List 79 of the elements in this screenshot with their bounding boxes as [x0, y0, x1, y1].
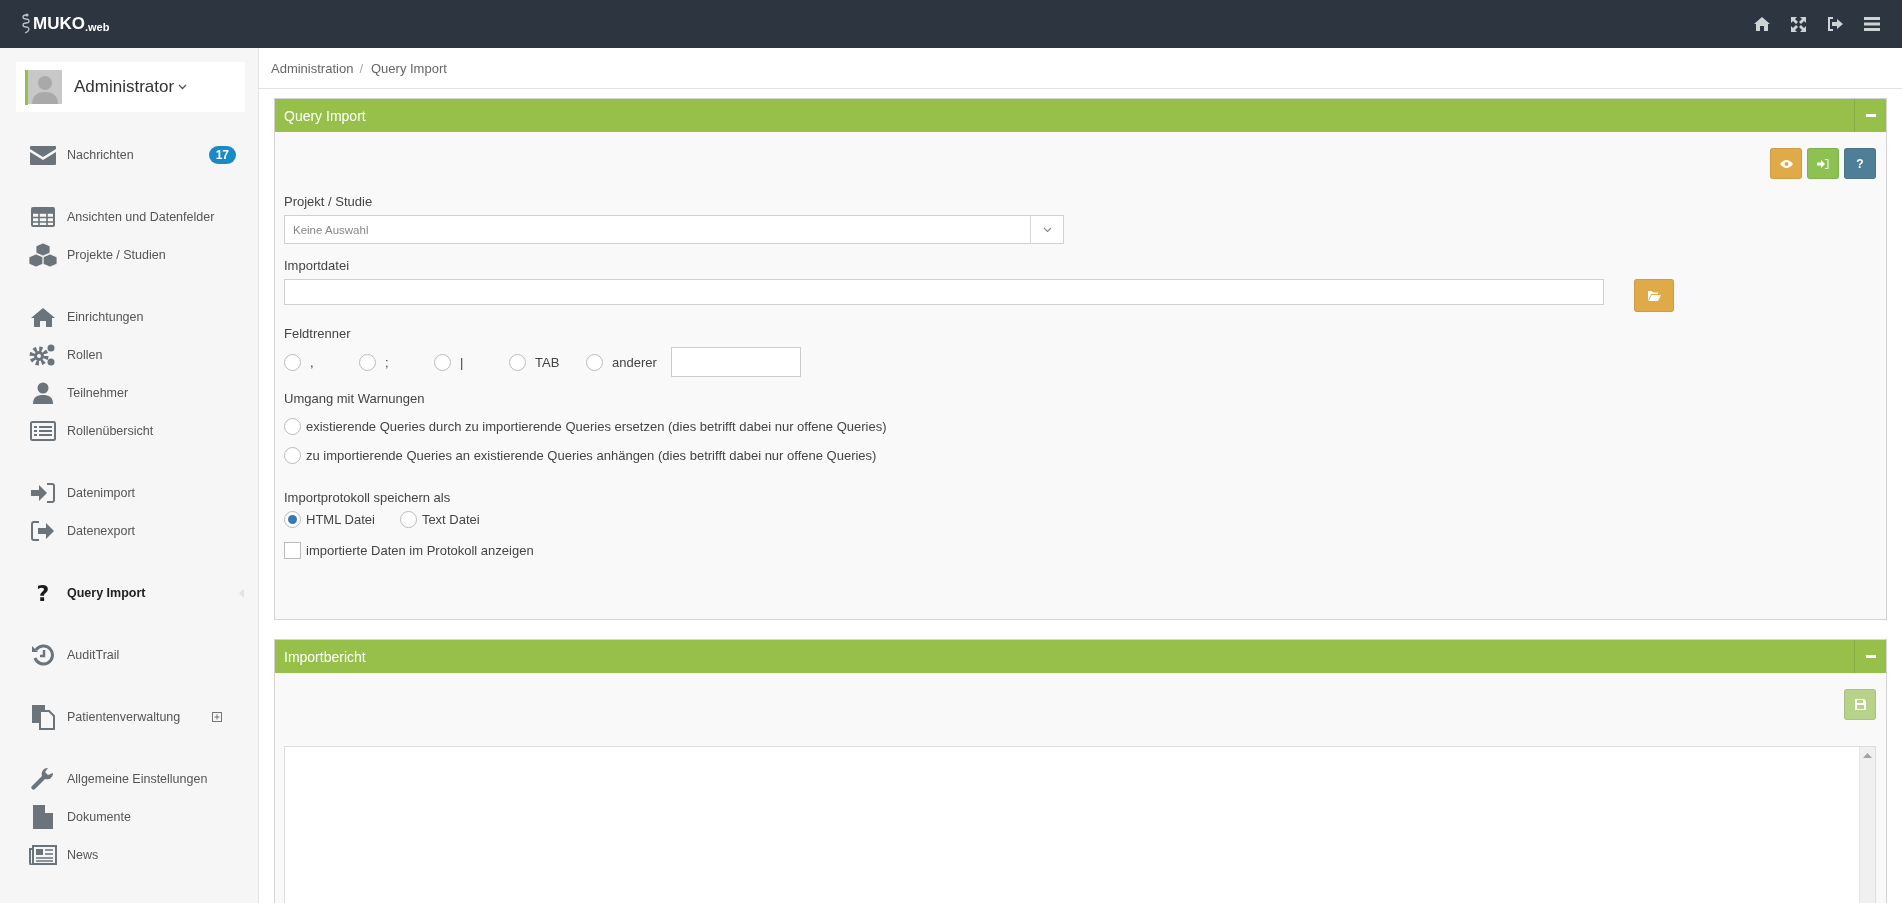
chevron-down-icon [178, 84, 188, 90]
nav-item[interactable]: Nachrichten 17 [16, 136, 244, 174]
preview-button[interactable] [1770, 148, 1802, 179]
nav-item[interactable]: AuditTrail [16, 636, 244, 674]
expand-icon[interactable] [212, 712, 222, 722]
menu-icon[interactable] [1864, 17, 1880, 31]
question-icon: ? [36, 580, 50, 606]
separator-option[interactable]: | [434, 353, 509, 371]
field-label: Feldtrenner [284, 326, 352, 341]
nav-item[interactable]: ? Query Import [16, 574, 244, 612]
envelope-icon [30, 145, 56, 165]
scrollbar[interactable] [1859, 747, 1875, 903]
logo-icon [20, 13, 32, 35]
chevron-down-icon [1042, 226, 1052, 233]
breadcrumb-item[interactable]: Query Import [371, 60, 447, 76]
nav-item[interactable]: Einrichtungen [16, 298, 244, 336]
nav-item[interactable]: Rollenübersicht [16, 412, 244, 450]
minus-icon [1865, 655, 1876, 658]
gears-icon [29, 343, 57, 367]
up-arrow-icon[interactable] [1863, 753, 1872, 758]
nav-item[interactable]: Teilnehmer [16, 374, 244, 412]
nav-item[interactable]: Ansichten und Datenfelder [16, 198, 244, 236]
project-select[interactable]: Keine Auswahl [284, 215, 1064, 244]
folder-icon [1647, 290, 1661, 301]
nav-item[interactable]: Datenimport [16, 474, 244, 512]
help-button[interactable]: ? [1844, 148, 1876, 179]
sign-out-icon [31, 521, 55, 541]
eye-icon [1779, 159, 1793, 168]
avatar-icon [28, 70, 62, 104]
nav-item[interactable]: Datenexport [16, 512, 244, 550]
user-name: Administrator [74, 77, 175, 97]
format-option[interactable]: Text Datei [399, 511, 480, 528]
field-label: Umgang mit Warnungen [284, 391, 426, 406]
breadcrumb-item[interactable]: Administration [271, 60, 354, 76]
user-icon [33, 382, 53, 404]
history-icon [31, 644, 55, 666]
file-field[interactable] [284, 279, 1604, 305]
show-data-checkbox[interactable]: importierte Daten im Protokoll anzeigen [284, 542, 1876, 559]
panel-title: Importbericht [283, 648, 366, 665]
import-button[interactable] [1807, 148, 1839, 179]
warning-option[interactable]: zu importierende Queries an existierende Queries anhängen (dies betrifft dabei nur offene Queries) [284, 441, 1876, 470]
other-separator-field[interactable] [671, 347, 801, 377]
nav-item[interactable]: Projekte / Studien [16, 236, 244, 274]
logo-suffix: .web [84, 20, 110, 33]
files-icon [31, 704, 55, 730]
table-icon [31, 207, 55, 227]
field-label: Importdatei [284, 258, 351, 273]
separator-option[interactable]: anderer [586, 353, 661, 371]
fullscreen-icon[interactable] [1791, 16, 1806, 32]
sign-in-icon [1817, 158, 1829, 169]
cubes-icon [28, 243, 58, 267]
format-option[interactable]: HTML Datei [284, 511, 375, 528]
separator-option[interactable]: ; [359, 353, 434, 371]
report-field[interactable] [284, 746, 1876, 903]
breadcrumb-separator: / [359, 60, 363, 76]
nav-item[interactable]: Dokumente [16, 798, 244, 836]
newspaper-icon [29, 845, 57, 865]
file-icon [33, 805, 53, 829]
home-icon [31, 307, 55, 327]
nav-item[interactable]: Patientenverwaltung [16, 698, 244, 736]
count-badge: 17 [208, 146, 236, 164]
nav-item[interactable]: Rollen [16, 336, 244, 374]
minus-icon [1865, 114, 1876, 117]
field-label: Importprotokoll speichern als [284, 490, 452, 505]
separator-option[interactable]: TAB [509, 353, 586, 371]
list-icon [30, 421, 56, 441]
field-label: Projekt / Studie [284, 194, 374, 209]
logo-text: MUKO [33, 14, 85, 34]
nav-item[interactable]: Allgemeine Einstellungen [16, 760, 244, 798]
panel-title: Query Import [283, 107, 366, 124]
user-card[interactable]: Administrator [16, 62, 245, 112]
separator-option[interactable]: , [284, 353, 359, 371]
wrench-icon [31, 767, 55, 791]
sign-in-icon [31, 483, 55, 503]
nav-item[interactable]: News [16, 836, 244, 874]
warning-option[interactable]: existierende Queries durch zu importierende Queries ersetzen (dies betrifft dabei nur offene Queries) [284, 412, 1876, 441]
browse-button[interactable] [1634, 279, 1674, 312]
sign-out-icon[interactable] [1827, 17, 1843, 31]
home-icon[interactable] [1754, 17, 1770, 31]
